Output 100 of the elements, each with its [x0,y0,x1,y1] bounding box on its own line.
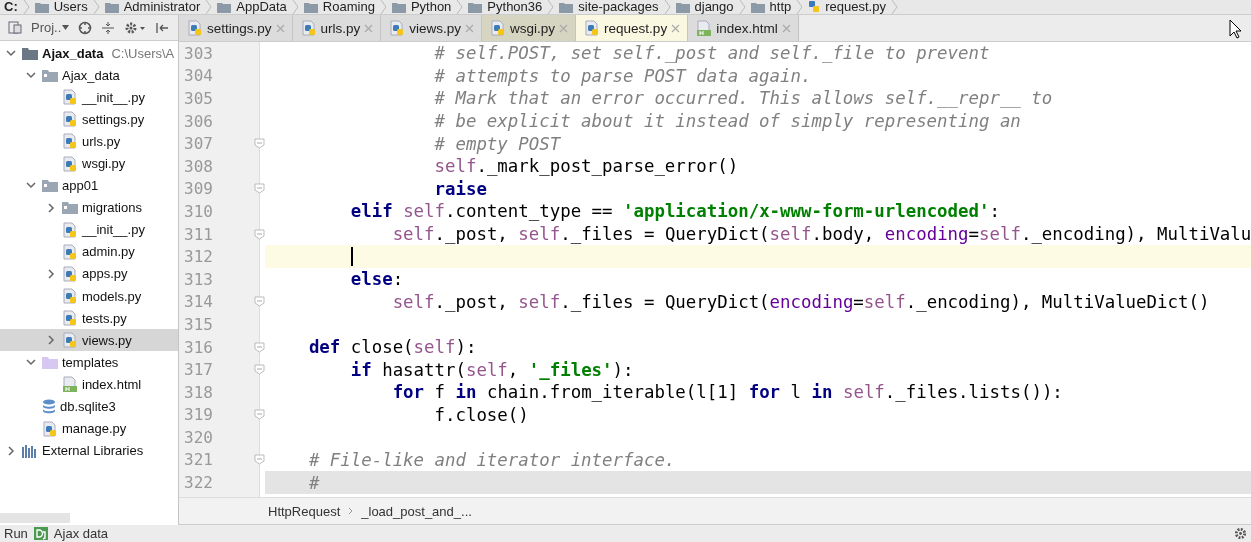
chevron-right-icon [663,0,671,14]
folder-icon [303,1,318,13]
run-configuration[interactable]: Ajax data [53,526,109,541]
editor-tab[interactable]: request.py [576,15,689,41]
chevron-right-icon [22,0,30,14]
close-icon[interactable] [781,23,791,33]
tree-item[interactable]: views.py [0,329,178,352]
code-line: f.close() [433,404,529,425]
settings-icon[interactable] [1234,527,1247,540]
tree-item[interactable]: External Libraries [0,439,178,462]
close-icon[interactable] [364,23,374,33]
python-file-icon [62,243,78,260]
path-crumb[interactable]: AppData [236,0,287,14]
close-icon[interactable] [559,23,569,33]
tree-item[interactable]: tests.py [0,307,178,330]
tree-item[interactable]: migrations [0,196,178,219]
folder-icon [391,1,406,13]
tree-item[interactable]: __init__.py [0,218,178,241]
path-crumb[interactable]: Python [410,0,452,14]
fold-marker-icon[interactable] [254,409,265,421]
tree-item[interactable]: Ajax_data [0,64,178,87]
folder-icon [42,68,58,82]
code-line: def close(self): [307,337,477,357]
chevron-down-icon [26,71,36,79]
chevron-right-icon [738,0,746,14]
chevron-right-icon [291,0,299,14]
tree-item[interactable]: models.py [0,285,178,308]
tree-item[interactable]: wsgi.py [0,152,178,175]
path-crumb[interactable]: request.py [825,0,886,14]
tree-item[interactable]: app01 [0,174,178,197]
close-icon[interactable] [671,23,681,33]
line-number: 313 [183,269,214,289]
settings-icon[interactable] [124,20,147,35]
tree-item[interactable]: manage.py [0,417,178,440]
python-file-icon [808,1,821,13]
code-line: # File-like and iterator interface. [307,450,676,470]
tree-item[interactable]: admin.py [0,240,178,263]
chevron-right-icon [47,269,55,279]
fold-marker-icon[interactable] [254,341,265,353]
hide-icon[interactable] [155,20,170,35]
project-view-dropdown[interactable]: Proj.. [31,20,70,35]
folder-icon [750,1,765,13]
path-crumb[interactable]: Python36 [487,0,543,14]
editor-tab[interactable]: urls.py [292,15,382,41]
editor-tab[interactable]: views.py [381,15,483,41]
collapse-icon[interactable] [101,20,116,35]
fold-marker-icon[interactable] [254,364,265,376]
fold-marker-icon[interactable] [254,454,265,466]
path-crumb[interactable]: Users [53,0,88,14]
line-number: 311 [183,224,214,244]
folder-icon [217,1,232,13]
tree-item[interactable]: Ajax_data C:\Users\A [0,42,178,65]
path-crumb[interactable]: Administrator [123,0,201,14]
tree-item[interactable]: db.sqlite3 [0,395,178,418]
path-crumb[interactable]: django [694,0,734,14]
tree-item[interactable]: settings.py [0,108,178,131]
fold-marker-icon[interactable] [254,183,265,195]
tree-item[interactable]: urls.py [0,130,178,153]
code-editor[interactable] [179,42,1251,497]
fold-marker-icon[interactable] [254,138,265,150]
chevron-right-icon [47,335,55,346]
line-number: 318 [183,382,214,402]
fold-marker-icon[interactable] [254,228,265,240]
folder-icon [559,1,574,13]
scrollbar[interactable] [0,513,70,523]
line-number: 308 [183,156,214,176]
chevron-right-icon [547,0,555,14]
editor-tab[interactable]: settings.py [179,15,293,41]
fold-marker-icon[interactable] [254,296,265,308]
path-crumb[interactable]: site-packages [578,0,659,14]
tree-item[interactable]: templates [0,351,178,374]
chevron-right-icon [47,202,55,213]
close-icon[interactable] [465,23,475,33]
breadcrumb-item[interactable]: HttpRequest [268,503,341,519]
run-label[interactable]: Run [4,526,28,541]
close-icon[interactable] [275,23,285,33]
python-file-icon [62,133,78,150]
python-file-icon [62,89,78,106]
editor-tab[interactable]: wsgi.py [482,15,577,41]
python-file-icon [62,111,78,128]
path-crumb[interactable]: C: [4,0,18,14]
code-line: # [307,472,320,493]
code-line: self._post, self._files = QueryDict(self.body, encoding=self._encoding), MultiValu [391,224,1251,245]
folder-icon [675,1,690,13]
caret-icon [62,25,70,30]
code-line: # Mark that an error occurred. This allows self.__repr__ to [433,88,1053,109]
path-crumb[interactable]: Roaming [322,0,375,14]
tree-item[interactable]: apps.py [0,262,178,286]
editor-tab[interactable]: index.html [688,15,799,41]
line-number: 320 [183,427,214,447]
locate-icon[interactable] [78,20,93,35]
path-crumb[interactable]: http [769,0,792,14]
tree-item[interactable]: __init__.py [0,86,178,109]
library-icon [22,443,38,458]
html-file-icon [696,20,713,36]
python-file-icon [187,20,203,36]
breadcrumb-item[interactable]: _load_post_and_... [361,503,472,519]
python-file-icon [62,332,78,349]
line-number: 305 [183,89,214,108]
tree-item[interactable]: index.html [0,373,178,396]
